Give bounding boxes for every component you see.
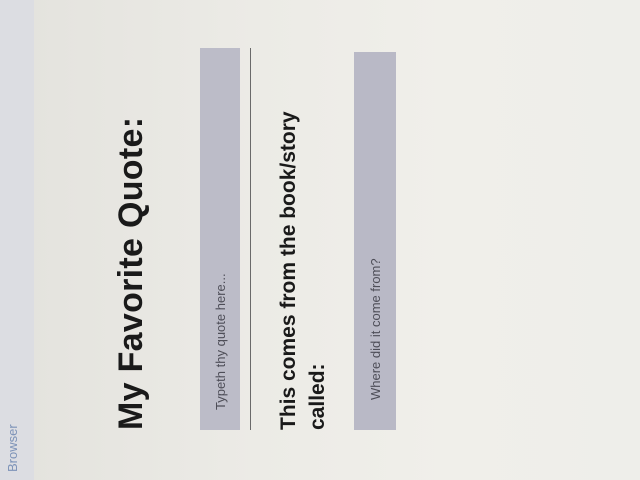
browser-sidebar: Browser [0,0,34,480]
divider [250,48,251,430]
page-title: My Favorite Quote: [112,116,150,430]
source-label: This comes from the book/story called: [277,111,329,430]
source-input[interactable] [354,52,396,430]
browser-label: Browser [5,424,20,472]
photo-frame: Browser My Favorite Quote: This comes fr… [0,0,640,480]
quote-form: My Favorite Quote: This comes from the b… [34,0,640,480]
quote-input[interactable] [200,48,240,430]
